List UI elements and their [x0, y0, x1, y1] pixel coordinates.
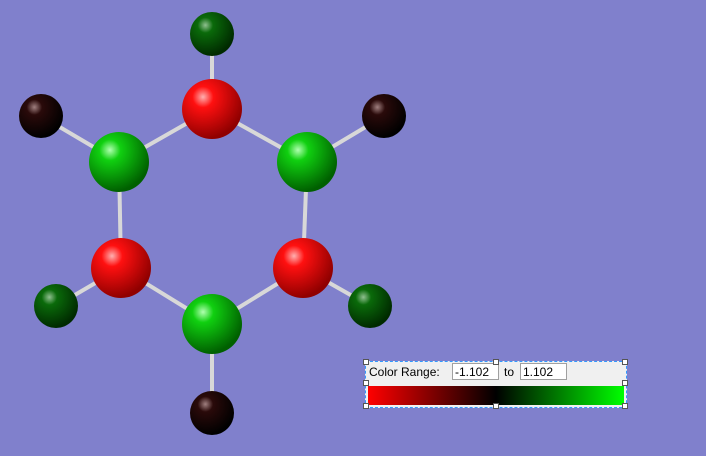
resize-handle[interactable] — [622, 359, 628, 365]
atom[interactable] — [190, 12, 234, 56]
to-label: to — [504, 365, 515, 379]
atom[interactable] — [190, 391, 234, 435]
atom[interactable] — [34, 284, 78, 328]
color-range-min-input[interactable]: -1.102 — [452, 363, 499, 380]
resize-handle[interactable] — [622, 380, 628, 386]
resize-handle[interactable] — [493, 403, 499, 409]
resize-handle[interactable] — [622, 403, 628, 409]
atom[interactable] — [182, 79, 242, 139]
atom[interactable] — [91, 238, 151, 298]
atom[interactable] — [348, 284, 392, 328]
resize-handle[interactable] — [363, 380, 369, 386]
resize-handle[interactable] — [363, 359, 369, 365]
resize-handle[interactable] — [493, 359, 499, 365]
atom[interactable] — [277, 132, 337, 192]
atom[interactable] — [19, 94, 63, 138]
color-range-max-input[interactable]: 1.102 — [520, 363, 567, 380]
atom[interactable] — [362, 94, 406, 138]
color-range-label: Color Range: — [369, 365, 440, 379]
color-range-panel[interactable]: Color Range: -1.102 to 1.102 — [363, 359, 628, 409]
atom[interactable] — [273, 238, 333, 298]
resize-handle[interactable] — [363, 403, 369, 409]
atom[interactable] — [182, 294, 242, 354]
atom[interactable] — [89, 132, 149, 192]
